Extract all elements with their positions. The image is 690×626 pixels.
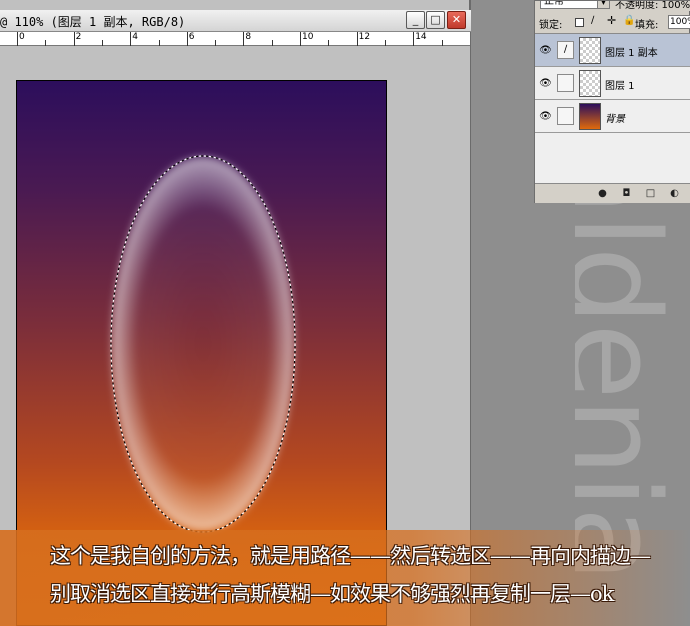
lock-transparency-icon[interactable] — [575, 18, 584, 27]
maximize-button[interactable]: □ — [426, 11, 445, 29]
layer-thumbnail — [579, 37, 601, 64]
layer-row[interactable]: 👁 ∕ 图层 1 副本 — [535, 34, 690, 67]
watermark-text: aldenia — [575, 140, 685, 581]
layer-row[interactable]: 👁 图层 1 — [535, 67, 690, 100]
ruler-tick — [300, 32, 301, 46]
ruler-label: 2 — [75, 32, 82, 42]
layer-name: 图层 1 副本 — [605, 48, 658, 59]
eye-icon[interactable]: 👁 — [539, 77, 552, 90]
blend-mode-select[interactable]: 正常 ▼ — [540, 1, 610, 9]
ruler-label: 10 — [302, 32, 314, 42]
blend-row: 正常 ▼ 不透明度: 100% — [535, 1, 690, 11]
panel-footer: ● ◘ □ ◐ — [535, 183, 690, 203]
layer-thumbnail — [579, 70, 601, 97]
adjustment-icon[interactable]: ◐ — [669, 188, 680, 199]
ruler-label: 4 — [132, 32, 138, 42]
lock-label: 锁定: — [539, 20, 563, 31]
ruler-tick — [73, 32, 75, 46]
ruler-label: 6 — [188, 32, 195, 42]
ruler-label: 8 — [245, 32, 252, 42]
document-title: @ 110% (图层 1 副本, RGB/8) — [0, 15, 186, 29]
lock-all-icon[interactable]: 🔒 — [623, 15, 635, 26]
opacity-label: 不透明度: 100% — [615, 1, 690, 11]
ruler-tick — [356, 32, 358, 46]
close-button[interactable]: ✕ — [447, 11, 466, 29]
blend-mode-value: 正常 — [544, 1, 564, 7]
link-icon[interactable] — [557, 74, 574, 92]
layer-style-icon[interactable]: ● — [597, 188, 608, 199]
ruler-tick — [186, 32, 188, 46]
layer-row[interactable]: 👁 背景 — [535, 100, 690, 133]
mask-icon[interactable]: ◘ — [621, 188, 632, 199]
new-layer-icon[interactable]: □ — [645, 188, 656, 199]
lock-move-icon[interactable]: ✛ — [607, 14, 616, 27]
fill-input[interactable]: 100% — [668, 15, 690, 29]
brush-icon[interactable]: ∕ — [557, 41, 574, 59]
ruler-label: 0 — [19, 32, 25, 42]
caption-line-2: 别取消选区直接进行高斯模糊—如效果不够强烈再复制一层—ok — [50, 582, 614, 606]
layer-thumbnail — [579, 103, 601, 130]
ruler-tick — [130, 32, 132, 46]
ruler-tick — [413, 32, 415, 46]
ellipse-glow-fill — [112, 157, 294, 531]
fill-label: 填充: — [635, 20, 659, 31]
link-icon[interactable] — [557, 107, 574, 125]
ruler-label: 14 — [415, 32, 427, 42]
document-titlebar[interactable]: @ 110% (图层 1 副本, RGB/8) _ □ ✕ — [0, 10, 471, 32]
lock-row: 锁定: ∕ ✛ 🔒 填充: 100% — [535, 13, 690, 33]
eye-icon[interactable]: 👁 — [539, 44, 552, 57]
ruler-tick — [243, 32, 245, 46]
layer-name: 图层 1 — [605, 81, 635, 92]
layers-list[interactable]: 👁 ∕ 图层 1 副本 👁 图层 1 👁 背景 — [535, 33, 690, 183]
lock-brush-icon[interactable]: ∕ — [591, 15, 600, 26]
chevron-down-icon[interactable]: ▼ — [597, 1, 609, 8]
layers-panel[interactable]: 正常 ▼ 不透明度: 100% 锁定: ∕ ✛ 🔒 填充: 100% 👁 ∕ 图… — [534, 0, 690, 203]
caption-line-1: 这个是我自创的方法，就是用路径——然后转选区——再向内描边— — [50, 544, 651, 568]
minimize-button[interactable]: _ — [406, 11, 425, 29]
ruler-tick — [17, 32, 18, 46]
layer-name: 背景 — [605, 114, 625, 125]
ruler-label: 12 — [358, 32, 371, 42]
eye-icon[interactable]: 👁 — [539, 110, 552, 123]
horizontal-ruler[interactable]: 0 2 4 6 8 10 12 14 — [0, 32, 470, 46]
